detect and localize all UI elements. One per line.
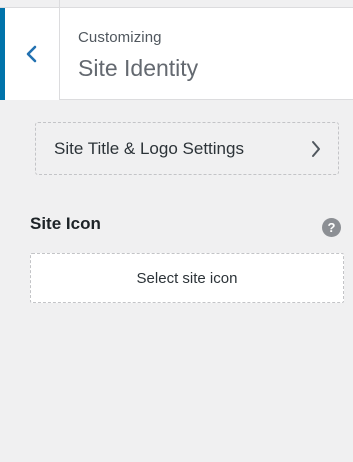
site-title-logo-settings-link[interactable]: Site Title & Logo Settings (35, 122, 339, 175)
section-link-label: Site Title & Logo Settings (54, 138, 244, 158)
site-icon-heading: Site Icon (30, 214, 101, 233)
customizer-header: Customizing Site Identity (0, 8, 353, 100)
top-strip (0, 0, 353, 8)
page-title: Site Identity (78, 55, 199, 81)
chevron-right-icon (310, 140, 322, 163)
top-strip-divider (59, 0, 60, 8)
chevron-left-icon (25, 44, 39, 64)
select-site-icon-button[interactable]: Select site icon (30, 253, 344, 303)
back-button[interactable] (0, 8, 60, 100)
header-subtitle: Customizing (78, 29, 162, 46)
header-text: Customizing Site Identity (78, 28, 198, 83)
help-icon[interactable]: ? (322, 218, 341, 237)
